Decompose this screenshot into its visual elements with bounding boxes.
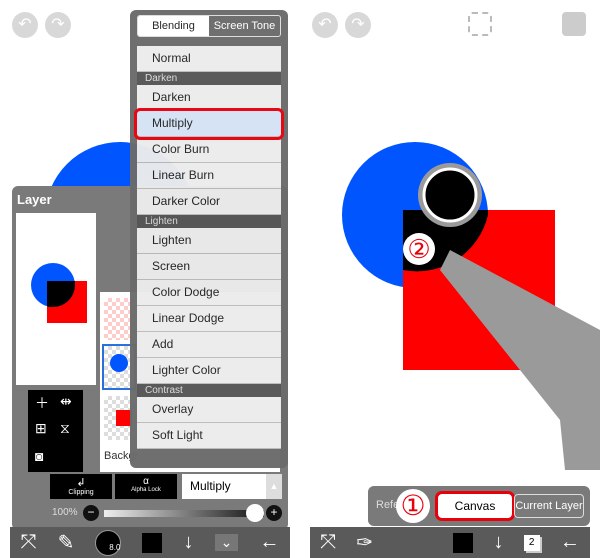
flip-icon[interactable]: ⇹ [60, 393, 72, 410]
color-swatch[interactable] [142, 532, 163, 553]
back-arrow-icon[interactable]: ← [259, 531, 279, 554]
blend-mode-item[interactable]: Linear Burn [137, 163, 281, 189]
blend-mode-item[interactable]: Normal [137, 46, 281, 72]
blend-mode-item[interactable]: Color Burn [137, 137, 281, 163]
blend-group-header: Contrast [137, 384, 281, 397]
blend-mode-list: Normal Darken Darken Multiply Color Burn Line… [134, 46, 284, 449]
undo-icon[interactable]: ↶ [12, 12, 38, 38]
blend-mode-item[interactable]: Lighten [137, 228, 281, 254]
blending-mode-popup: Blending Mode Screen Tone NormalDarkenDa… [130, 10, 288, 468]
add-layer-icon[interactable]: ＋ [35, 393, 49, 413]
lock-icon: α [143, 476, 149, 487]
clipping-button[interactable]: ↲ Clipping [50, 474, 112, 499]
right-screen: ↶ ↷ ② Refe Canvas Current Layer ① ⤧ ✑ ↓ … [300, 0, 600, 558]
bottom-toolbar: ⤧ ✎ 8.0 ↓ ⌄ ← [10, 527, 290, 558]
blend-mode-item[interactable]: Add [137, 332, 281, 358]
blend-group-header: Darken [137, 72, 281, 85]
arrow-down-icon[interactable]: ↓ [184, 531, 194, 554]
blend-mode-item[interactable]: Darker Color [137, 189, 281, 215]
layers-button[interactable]: 2 [523, 534, 540, 551]
blend-mode-item[interactable]: Linear Dodge [137, 306, 281, 332]
bottom-toolbar: ⤧ ✑ ↓ 2 ← [310, 527, 590, 558]
blend-mode-item[interactable]: Overlay [137, 397, 281, 423]
transform-icon[interactable]: ⤧ [21, 531, 37, 554]
tab-blending-mode[interactable]: Blending Mode [138, 16, 209, 36]
redo-icon[interactable]: ↷ [45, 12, 71, 38]
step-2-marker: ② [403, 233, 435, 265]
back-arrow-icon[interactable]: ← [560, 531, 580, 554]
blend-mode-item[interactable]: Lighter Color [137, 358, 281, 384]
arrow-down-icon[interactable]: ↓ [494, 531, 504, 554]
rotate-icon[interactable]: ⧖ [60, 420, 70, 437]
camera-icon[interactable]: ◙ [35, 448, 43, 464]
popup-tabs: Blending Mode Screen Tone [137, 15, 281, 37]
canvas-artwork [342, 142, 600, 470]
brush-size-button[interactable]: 8.0 [95, 529, 122, 556]
layer-panel-title: Layer [17, 192, 52, 207]
step-1-marker: ① [396, 489, 430, 523]
blend-mode-item[interactable]: Soft Light [137, 423, 281, 449]
eyedropper-icon[interactable]: ✑ [356, 530, 373, 555]
opacity-slider-thumb[interactable] [246, 504, 264, 522]
opacity-minus-icon[interactable]: − [83, 505, 99, 521]
clipping-icon: ↲ [76, 477, 86, 489]
blend-mode-item[interactable]: Color Dodge [137, 280, 281, 306]
alpha-lock-button[interactable]: α Alpha Lock [115, 474, 177, 499]
blend-mode-item[interactable]: Multiply [134, 108, 284, 140]
brush-icon[interactable]: ✎ [58, 530, 75, 555]
canvas-option[interactable]: Canvas [435, 491, 515, 521]
current-layer-option[interactable]: Current Layer [514, 494, 584, 518]
left-screen: ↶ ↷ Layer ＋ ⇹ ⊞ ⧖ ◙ Backgr ↲ Clipping α Al… [0, 0, 300, 558]
blend-mode-select[interactable]: Multiply ▲ [182, 474, 282, 499]
opacity-plus-icon[interactable]: + [266, 505, 282, 521]
transform-icon[interactable]: ⤧ [320, 531, 336, 554]
add-special-layer-icon[interactable]: ⊞ [35, 420, 47, 437]
triangle-up-icon: ▲ [266, 474, 282, 499]
blend-mode-item[interactable]: Darken [137, 85, 281, 111]
opacity-slider[interactable] [104, 510, 264, 517]
opacity-label: 100% [52, 507, 78, 518]
layer-preview [16, 213, 96, 385]
layer-tools: ＋ ⇹ ⊞ ⧖ ◙ [28, 390, 83, 472]
blend-group-header: Lighten [137, 215, 281, 228]
collapse-icon[interactable]: ⌄ [214, 534, 239, 551]
tab-screen-tone[interactable]: Screen Tone [209, 16, 280, 36]
color-swatch[interactable] [453, 532, 474, 553]
blend-mode-item[interactable]: Screen [137, 254, 281, 280]
